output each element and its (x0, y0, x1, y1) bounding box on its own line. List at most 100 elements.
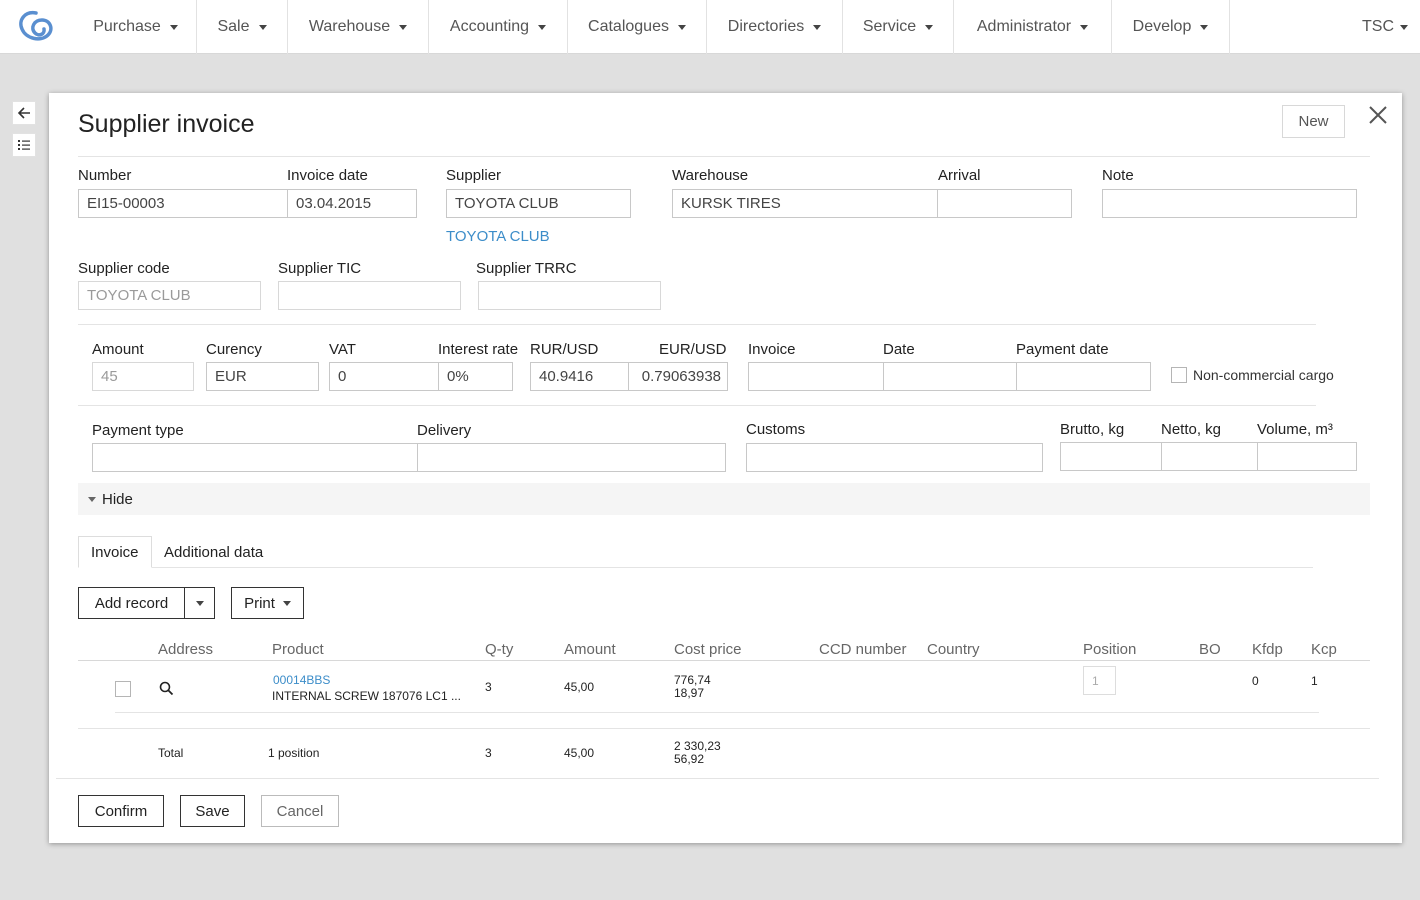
tab-additional-data[interactable]: Additional data (152, 536, 275, 568)
col-kfdp[interactable]: Kfdp (1252, 641, 1283, 658)
currency-input[interactable]: EUR (206, 362, 319, 391)
date-input[interactable] (883, 362, 1017, 391)
close-icon[interactable] (1367, 104, 1389, 126)
invoice-input[interactable] (748, 362, 884, 391)
cancel-button[interactable]: Cancel (261, 795, 339, 827)
total-positions: 1 position (268, 746, 320, 760)
customs-input[interactable] (746, 443, 1043, 472)
tab-invoice[interactable]: Invoice (78, 536, 152, 568)
non-commercial-cargo-checkbox[interactable] (1171, 367, 1187, 383)
volume-input[interactable] (1257, 442, 1357, 471)
modal-title: Supplier invoice (78, 110, 255, 138)
invoice-date-input[interactable]: 03.04.2015 (287, 189, 417, 218)
col-bo[interactable]: BO (1199, 641, 1221, 658)
rur-usd-label: RUR/USD (530, 341, 599, 358)
supplier-tic-input[interactable] (278, 281, 461, 310)
nav-warehouse[interactable]: Warehouse (288, 0, 429, 54)
nav-directories[interactable]: Directories (707, 0, 843, 54)
total-cost-price-2: 56,92 (674, 752, 705, 766)
supplier-trrc-input[interactable] (478, 281, 661, 310)
supplier-input[interactable]: TOYOTA CLUB (446, 189, 631, 218)
col-kcp[interactable]: Kcp (1311, 641, 1337, 658)
nav-accounting[interactable]: Accounting (429, 0, 568, 54)
nav-purchase[interactable]: Purchase (75, 0, 197, 54)
add-record-button[interactable]: Add record (78, 587, 185, 619)
caret-down-icon (813, 24, 822, 30)
caret-down-icon (169, 24, 178, 30)
delivery-input[interactable] (417, 443, 726, 472)
col-product[interactable]: Product (272, 641, 324, 658)
search-icon[interactable] (159, 681, 174, 696)
col-cost-price[interactable]: Cost price (674, 641, 742, 658)
row-amount: 45,00 (564, 680, 595, 694)
col-address[interactable]: Address (158, 641, 213, 658)
list-view-button[interactable] (12, 133, 36, 157)
payment-type-label: Payment type (92, 422, 184, 439)
row-cost-price-2: 18,97 (674, 686, 705, 700)
col-country[interactable]: Country (927, 641, 980, 658)
warehouse-input[interactable]: KURSK TIRES (672, 189, 938, 218)
cloud-logo-icon[interactable] (16, 8, 56, 46)
caret-down-icon (677, 24, 686, 30)
netto-label: Netto, kg (1161, 421, 1222, 438)
rur-usd-input[interactable]: 40.9416 (530, 362, 629, 391)
eur-usd-input[interactable]: 0.79063938 (628, 362, 728, 391)
supplier-invoice-modal: Supplier invoice New Number EI15-00003 I… (49, 93, 1402, 843)
save-button[interactable]: Save (180, 795, 245, 827)
total-divider (78, 728, 1370, 729)
product-code-link[interactable]: 00014BBS (273, 673, 330, 687)
nav-administrator[interactable]: Administrator (954, 0, 1112, 54)
position-input[interactable]: 1 (1083, 666, 1116, 695)
arrival-input[interactable] (937, 189, 1072, 218)
nav-sale[interactable]: Sale (197, 0, 288, 54)
note-label: Note (1102, 167, 1134, 184)
new-button[interactable]: New (1282, 105, 1345, 138)
print-button[interactable]: Print (231, 587, 304, 619)
caret-down-icon (258, 24, 267, 30)
col-position[interactable]: Position (1083, 641, 1136, 658)
nav-service[interactable]: Service (843, 0, 954, 54)
user-menu[interactable]: TSC (1362, 0, 1408, 54)
supplier-link[interactable]: TOYOTA CLUB (446, 228, 550, 245)
number-label: Number (78, 167, 132, 184)
supplier-code-input[interactable]: TOYOTA CLUB (78, 281, 261, 310)
payment-date-label: Payment date (1016, 341, 1109, 358)
supplier-trrc-label: Supplier TRRC (476, 260, 577, 277)
print-label: Print (244, 594, 275, 612)
add-record-dropdown-button[interactable] (184, 587, 215, 619)
col-amount[interactable]: Amount (564, 641, 616, 658)
interest-rate-input[interactable]: 0% (438, 362, 513, 391)
total-qty: 3 (485, 746, 492, 760)
brutto-input[interactable] (1060, 442, 1162, 471)
number-input[interactable]: EI15-00003 (78, 189, 288, 218)
caret-down-icon (1200, 24, 1209, 30)
amount-input[interactable]: 45 (92, 362, 194, 391)
confirm-button[interactable]: Confirm (78, 795, 164, 827)
row-select-checkbox[interactable] (115, 681, 131, 697)
col-ccd-number[interactable]: CCD number (819, 641, 907, 658)
warehouse-label: Warehouse (672, 167, 749, 184)
row-kcp: 1 (1311, 674, 1318, 688)
list-icon (18, 140, 30, 150)
col-qty[interactable]: Q-ty (485, 641, 513, 658)
nav-develop[interactable]: Develop (1112, 0, 1230, 54)
total-label: Total (158, 746, 184, 760)
interest-rate-label: Interest rate (438, 341, 519, 358)
note-input[interactable] (1102, 189, 1357, 218)
vat-input[interactable]: 0 (329, 362, 439, 391)
hide-toggle[interactable]: Hide (78, 483, 1370, 515)
supplier-code-label: Supplier code (78, 260, 170, 277)
customs-label: Customs (746, 421, 806, 438)
caret-down-icon (195, 600, 204, 606)
payment-date-input[interactable] (1016, 362, 1151, 391)
top-navbar: Purchase Sale Warehouse Accounting Catal… (0, 0, 1420, 54)
nav-develop-label: Develop (1132, 18, 1192, 35)
nav-warehouse-label: Warehouse (308, 18, 391, 35)
nav-administrator-label: Administrator (976, 18, 1072, 35)
nav-service-label: Service (862, 18, 917, 35)
payment-type-input[interactable] (92, 443, 419, 472)
netto-input[interactable] (1161, 442, 1258, 471)
eur-usd-label: EUR/USD (659, 341, 727, 358)
nav-catalogues[interactable]: Catalogues (568, 0, 707, 54)
back-button[interactable] (12, 101, 36, 125)
